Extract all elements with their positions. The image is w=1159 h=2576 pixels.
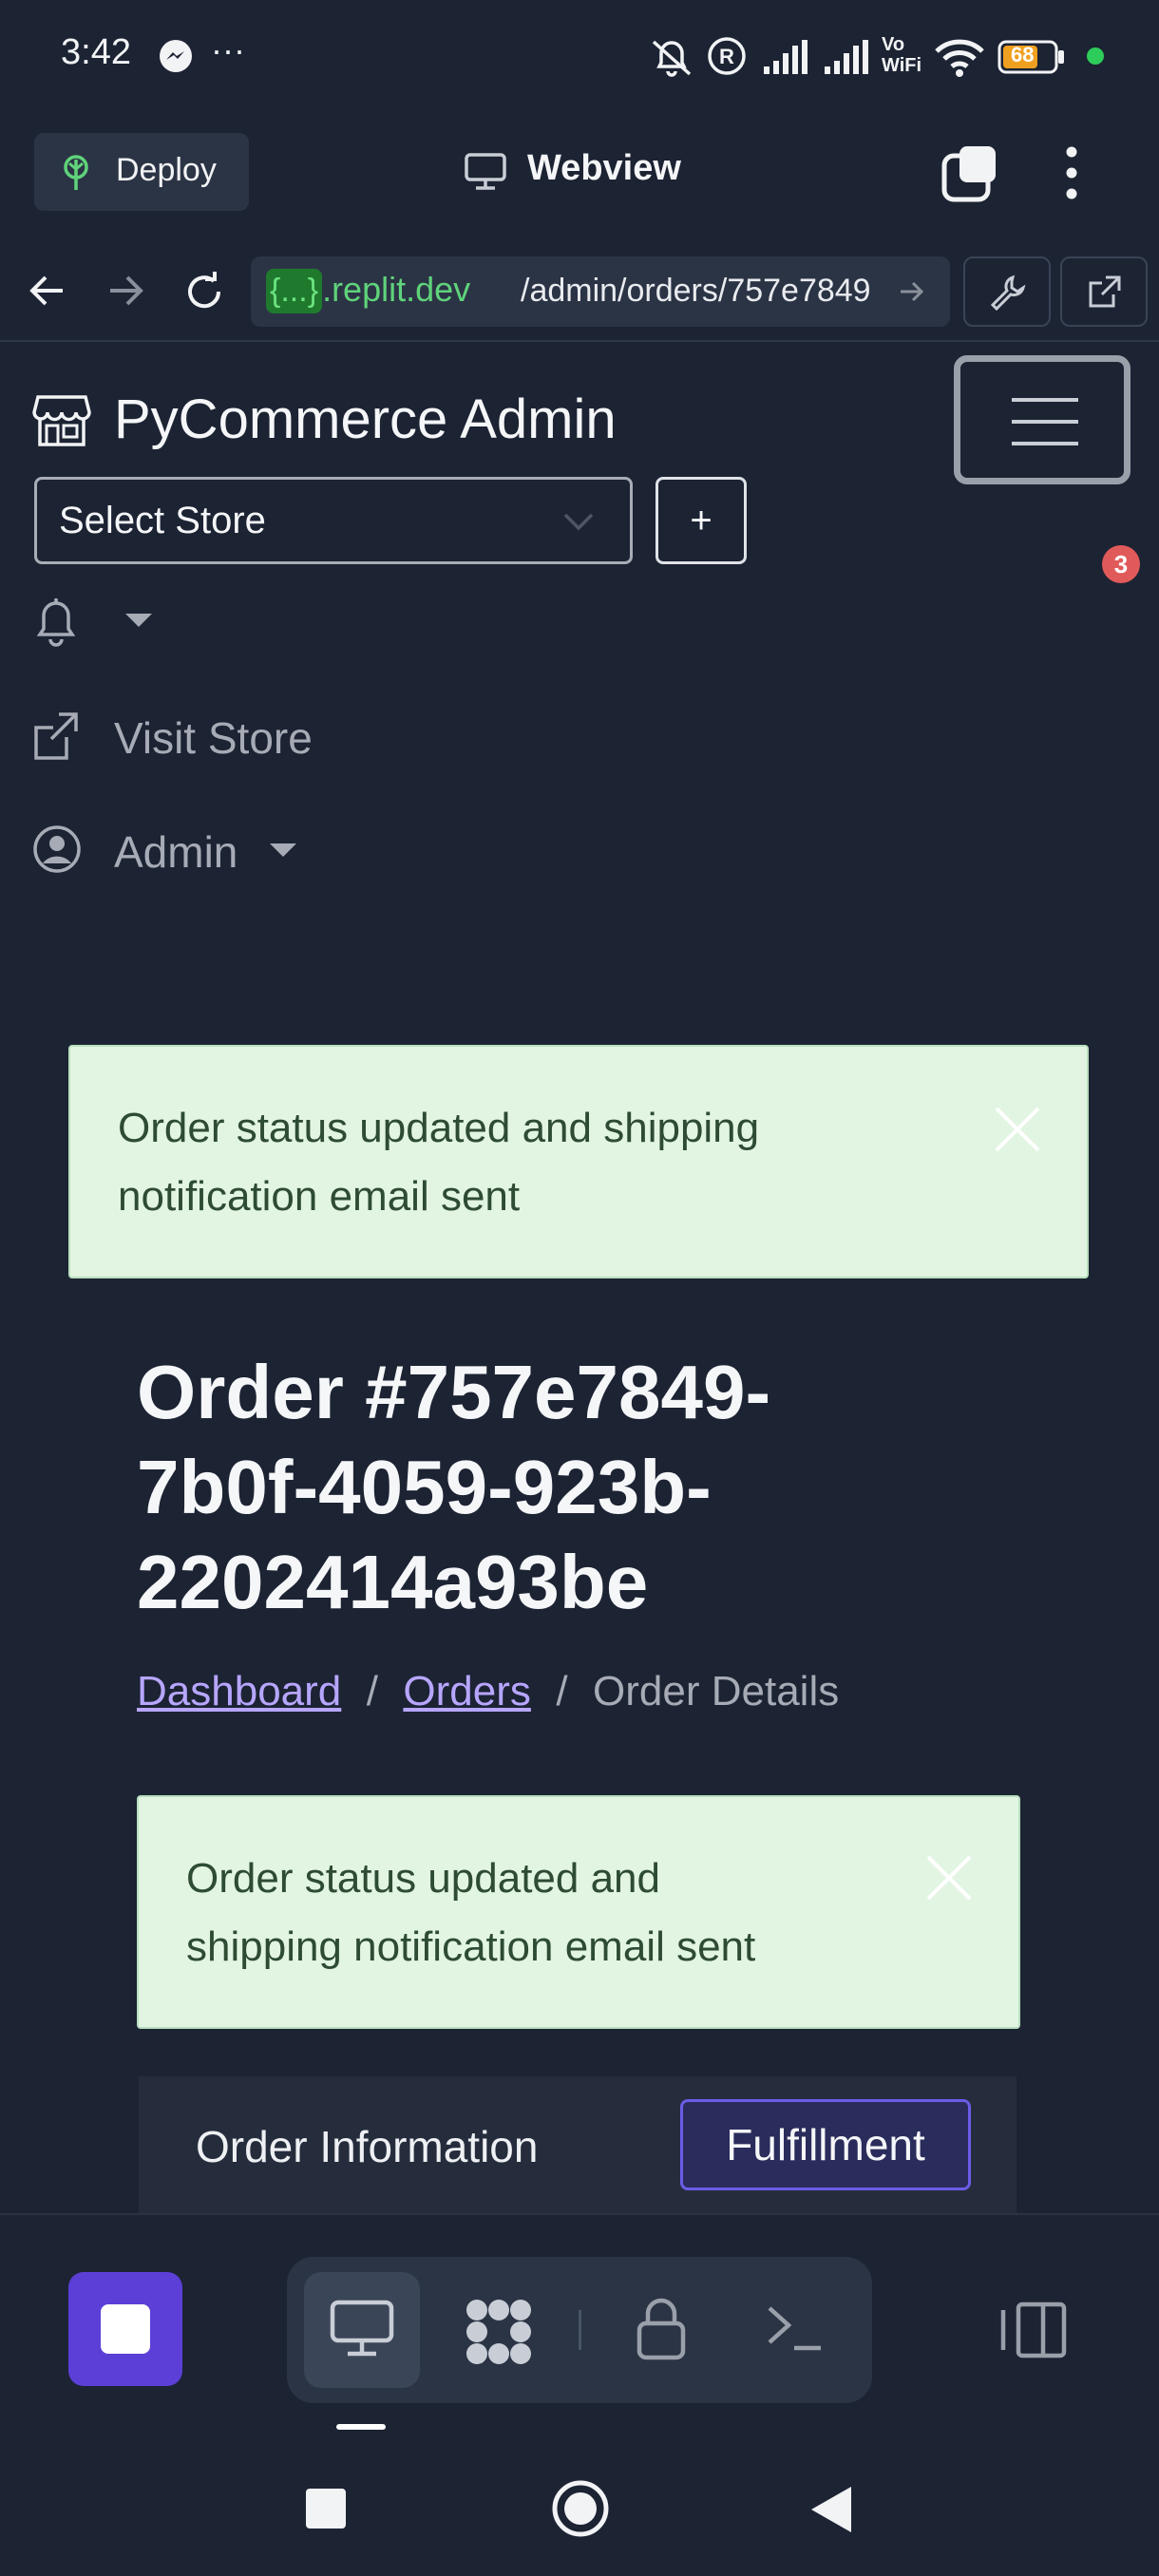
user-circle-icon: [32, 824, 82, 874]
home-button[interactable]: [551, 2479, 610, 2538]
vowifi-top: Vo: [882, 34, 905, 55]
terminal-icon[interactable]: [766, 2301, 825, 2356]
notifications-caret-icon[interactable]: [124, 612, 154, 629]
tab-order-information[interactable]: Order Information: [196, 2121, 538, 2172]
admin-user-menu[interactable]: Admin: [114, 826, 238, 878]
registered-icon: R: [707, 36, 747, 76]
breadcrumb-current: Order Details: [593, 1668, 840, 1714]
chevron-down-icon: [562, 511, 595, 532]
dock-active-indicator: [336, 2424, 386, 2430]
breadcrumb-separator: /: [556, 1668, 568, 1714]
admin-caret-icon[interactable]: [268, 842, 298, 859]
signal-icon: [823, 38, 874, 76]
success-alert-top-line2: notification email sent: [118, 1173, 521, 1220]
order-title-line3: 2202414a93be: [137, 1540, 649, 1624]
success-alert-inner-line2: shipping notification email sent: [186, 1923, 756, 1970]
forward-arrow-icon[interactable]: [104, 272, 146, 310]
add-store-button[interactable]: +: [656, 477, 747, 564]
breadcrumb-orders-link[interactable]: Orders: [403, 1668, 530, 1714]
devtools-button[interactable]: [963, 256, 1051, 327]
wifi-icon: [933, 36, 986, 78]
mute-icon: [648, 36, 695, 78]
status-time: 3:42: [61, 32, 131, 72]
svg-text:R: R: [719, 45, 734, 68]
url-host: {...} .replit.dev: [266, 269, 470, 314]
notification-count-badge: 3: [1102, 545, 1140, 583]
vowifi-bottom: WiFi: [882, 55, 922, 76]
order-title-line1: Order #757e7849-: [137, 1350, 771, 1434]
success-alert-inner-text: Order status updated and shipping notifi…: [186, 1845, 927, 1981]
close-icon[interactable]: [992, 1104, 1043, 1155]
close-icon[interactable]: [923, 1852, 975, 1904]
privacy-dot-icon: [1087, 47, 1104, 65]
external-link-icon: [1085, 274, 1123, 312]
recent-apps-button[interactable]: [306, 2489, 346, 2529]
page-title: Order #757e7849- 7b0f-4059-923b- 2202414…: [137, 1345, 992, 1630]
success-alert-top-line1: Order status updated and shipping: [118, 1105, 760, 1151]
breadcrumb: Dashboard / Orders / Order Details: [137, 1668, 839, 1715]
battery-level: 68: [1011, 43, 1035, 66]
deploy-icon: [59, 154, 93, 192]
wrench-icon: [988, 274, 1026, 312]
lock-icon[interactable]: [635, 2295, 688, 2361]
shop-icon: [32, 391, 91, 450]
store-select-value: Select Store: [59, 500, 266, 541]
tab-fulfillment[interactable]: Fulfillment: [680, 2099, 971, 2190]
panel-divider: [0, 2213, 1159, 2215]
more-notifications: ···: [211, 30, 245, 69]
more-options-icon[interactable]: [1062, 142, 1081, 203]
success-alert-inner-line1: Order status updated and: [186, 1855, 660, 1902]
url-go-arrow-icon[interactable]: [897, 277, 927, 306]
vowifi-icon: Vo WiFi: [882, 34, 925, 76]
open-external-button[interactable]: [1060, 256, 1148, 327]
external-link-icon: [32, 710, 80, 762]
back-button[interactable]: [809, 2485, 853, 2534]
monitor-icon: [329, 2299, 395, 2359]
toolbar-divider: [0, 340, 1159, 342]
breadcrumb-dashboard-link[interactable]: Dashboard: [137, 1668, 341, 1714]
stop-icon: [101, 2304, 150, 2354]
webview-title: Webview: [527, 148, 681, 188]
dock-separator: [579, 2310, 581, 2350]
hamburger-icon: [1010, 396, 1080, 447]
url-host-suffix: .replit.dev: [322, 270, 471, 309]
panel-layout-icon[interactable]: [999, 2301, 1068, 2359]
breadcrumb-separator: /: [366, 1668, 378, 1714]
brand-title[interactable]: PyCommerce Admin: [114, 388, 617, 451]
navbar-toggle-button[interactable]: [954, 355, 1130, 484]
tabs-switcher-icon[interactable]: [940, 142, 1001, 203]
back-arrow-icon[interactable]: [27, 272, 68, 310]
messenger-icon: [158, 38, 194, 74]
stop-button[interactable]: [68, 2272, 182, 2386]
success-alert-top-text: Order status updated and shipping notifi…: [118, 1094, 973, 1231]
monitor-icon: [464, 152, 507, 192]
reload-icon[interactable]: [182, 270, 226, 313]
deploy-label: Deploy: [116, 152, 217, 188]
url-path: /admin/orders/757e7849: [521, 273, 871, 309]
signal-icon: [762, 38, 813, 76]
url-host-badge: {...}: [266, 269, 323, 313]
workflows-icon[interactable]: [464, 2297, 534, 2367]
visit-store-link[interactable]: Visit Store: [114, 712, 313, 764]
bell-icon[interactable]: [32, 595, 80, 648]
order-title-line2: 7b0f-4059-923b-: [137, 1445, 712, 1529]
